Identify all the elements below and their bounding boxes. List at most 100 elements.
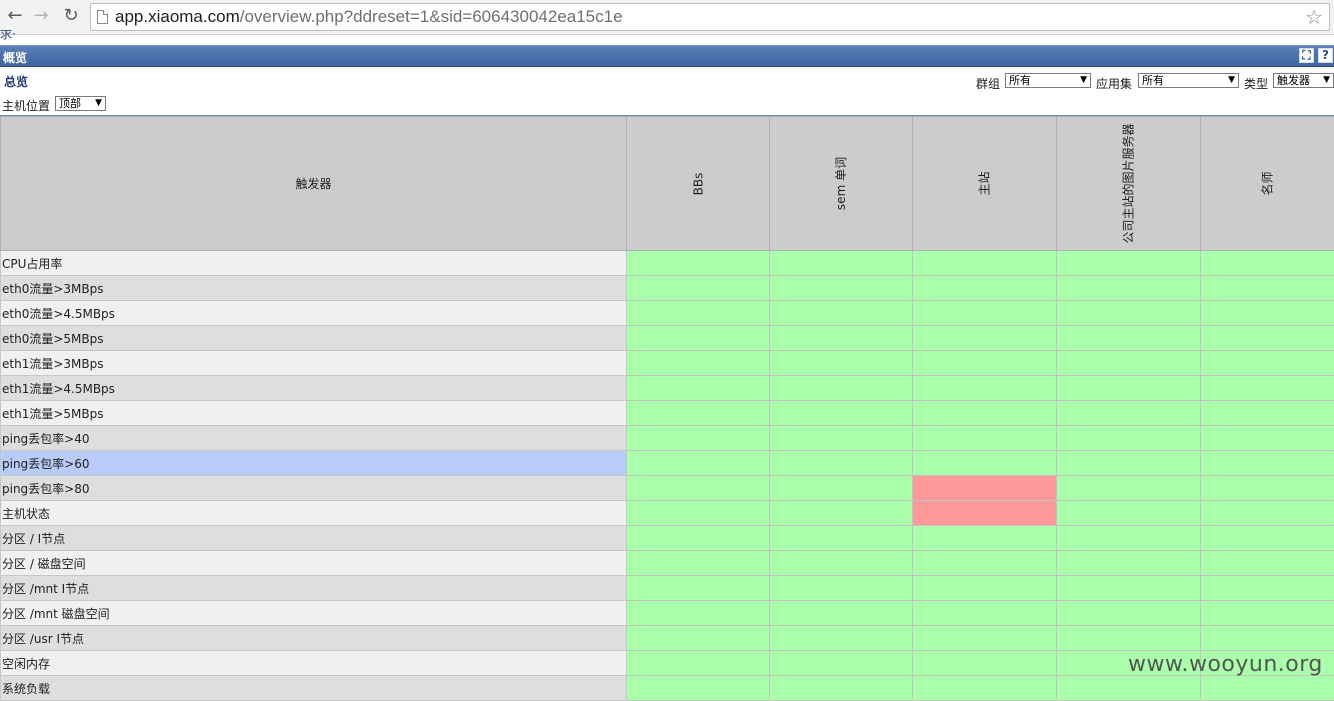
- status-cell-ok[interactable]: [913, 401, 1057, 426]
- status-cell-ok[interactable]: [770, 326, 913, 351]
- trigger-name-cell[interactable]: 分区 /mnt 磁盘空间: [1, 601, 627, 626]
- status-cell-ok[interactable]: [770, 451, 913, 476]
- status-cell-ok[interactable]: [1201, 451, 1334, 476]
- status-cell-ok[interactable]: [913, 526, 1057, 551]
- status-cell-ok[interactable]: [770, 601, 913, 626]
- star-icon[interactable]: ☆: [1305, 5, 1323, 29]
- trigger-name-cell[interactable]: 主机状态: [1, 501, 627, 526]
- status-cell-ok[interactable]: [1201, 501, 1334, 526]
- status-cell-ok[interactable]: [770, 651, 913, 676]
- type-select[interactable]: 触发器▼: [1273, 73, 1334, 88]
- status-cell-ok[interactable]: [627, 626, 770, 651]
- host-column-header[interactable]: sem 单词: [770, 117, 913, 251]
- status-cell-ok[interactable]: [913, 301, 1057, 326]
- status-cell-ok[interactable]: [627, 351, 770, 376]
- status-cell-ok[interactable]: [627, 276, 770, 301]
- trigger-name-cell[interactable]: 系统负载: [1, 676, 627, 701]
- status-cell-ok[interactable]: [627, 576, 770, 601]
- status-cell-ok[interactable]: [1057, 451, 1201, 476]
- status-cell-ok[interactable]: [1057, 326, 1201, 351]
- host-column-header[interactable]: 公司主站的图片服务器: [1057, 117, 1201, 251]
- trigger-name-cell[interactable]: 分区 / I节点: [1, 526, 627, 551]
- status-cell-ok[interactable]: [1057, 351, 1201, 376]
- trigger-name-cell[interactable]: 分区 /mnt I节点: [1, 576, 627, 601]
- host-column-header[interactable]: 主站: [913, 117, 1057, 251]
- trigger-name-cell[interactable]: eth0流量>3MBps: [1, 276, 627, 301]
- status-cell-ok[interactable]: [913, 626, 1057, 651]
- status-cell-ok[interactable]: [627, 451, 770, 476]
- status-cell-ok[interactable]: [1057, 426, 1201, 451]
- help-icon[interactable]: ?: [1318, 48, 1333, 63]
- status-cell-ok[interactable]: [1057, 251, 1201, 276]
- status-cell-ok[interactable]: [913, 251, 1057, 276]
- status-cell-ok[interactable]: [1201, 426, 1334, 451]
- status-cell-ok[interactable]: [627, 651, 770, 676]
- status-cell-ok[interactable]: [1201, 276, 1334, 301]
- address-bar[interactable]: app.xiaoma.com/overview.php?ddreset=1&si…: [90, 3, 1330, 31]
- status-cell-ok[interactable]: [1057, 626, 1201, 651]
- status-cell-ok[interactable]: [770, 251, 913, 276]
- status-cell-ok[interactable]: [913, 601, 1057, 626]
- forward-arrow-icon[interactable]: →: [30, 5, 52, 27]
- trigger-name-cell[interactable]: ping丢包率>40: [1, 426, 627, 451]
- trigger-name-cell[interactable]: eth0流量>4.5MBps: [1, 301, 627, 326]
- status-cell-ok[interactable]: [627, 326, 770, 351]
- reload-icon[interactable]: ↻: [60, 5, 82, 27]
- status-cell-ok[interactable]: [1057, 576, 1201, 601]
- status-cell-ok[interactable]: [913, 451, 1057, 476]
- status-cell-ok[interactable]: [627, 601, 770, 626]
- status-cell-ok[interactable]: [770, 401, 913, 426]
- status-cell-ok[interactable]: [1201, 351, 1334, 376]
- trigger-name-cell[interactable]: eth1流量>4.5MBps: [1, 376, 627, 401]
- status-cell-ok[interactable]: [913, 676, 1057, 701]
- host-column-header[interactable]: 名师: [1201, 117, 1334, 251]
- status-cell-ok[interactable]: [913, 326, 1057, 351]
- status-cell-ok[interactable]: [770, 351, 913, 376]
- group-select[interactable]: 所有▼: [1005, 73, 1091, 88]
- status-cell-problem[interactable]: [913, 501, 1057, 526]
- status-cell-ok[interactable]: [1201, 251, 1334, 276]
- status-cell-ok[interactable]: [770, 626, 913, 651]
- trigger-name-cell[interactable]: ping丢包率>60: [1, 451, 627, 476]
- status-cell-ok[interactable]: [1201, 601, 1334, 626]
- status-cell-ok[interactable]: [1057, 376, 1201, 401]
- host-column-header[interactable]: BBs: [627, 117, 770, 251]
- status-cell-ok[interactable]: [627, 676, 770, 701]
- status-cell-ok[interactable]: [627, 526, 770, 551]
- status-cell-ok[interactable]: [770, 551, 913, 576]
- status-cell-ok[interactable]: [770, 276, 913, 301]
- status-cell-ok[interactable]: [1201, 326, 1334, 351]
- status-cell-ok[interactable]: [627, 251, 770, 276]
- status-cell-ok[interactable]: [627, 551, 770, 576]
- status-cell-ok[interactable]: [1057, 501, 1201, 526]
- status-cell-ok[interactable]: [1057, 401, 1201, 426]
- trigger-column-header[interactable]: 触发器: [1, 117, 627, 251]
- status-cell-ok[interactable]: [770, 526, 913, 551]
- status-cell-ok[interactable]: [1201, 626, 1334, 651]
- status-cell-ok[interactable]: [1057, 276, 1201, 301]
- status-cell-ok[interactable]: [1057, 476, 1201, 501]
- status-cell-ok[interactable]: [770, 676, 913, 701]
- back-arrow-icon[interactable]: ←: [4, 5, 26, 27]
- trigger-name-cell[interactable]: CPU占用率: [1, 251, 627, 276]
- status-cell-ok[interactable]: [770, 501, 913, 526]
- status-cell-ok[interactable]: [1057, 526, 1201, 551]
- status-cell-problem[interactable]: [913, 476, 1057, 501]
- status-cell-ok[interactable]: [770, 426, 913, 451]
- fullscreen-icon[interactable]: ⛶: [1299, 48, 1314, 63]
- app-select[interactable]: 所有▼: [1138, 73, 1239, 88]
- status-cell-ok[interactable]: [913, 276, 1057, 301]
- status-cell-ok[interactable]: [913, 351, 1057, 376]
- status-cell-ok[interactable]: [913, 576, 1057, 601]
- trigger-name-cell[interactable]: 空闲内存: [1, 651, 627, 676]
- status-cell-ok[interactable]: [770, 376, 913, 401]
- status-cell-ok[interactable]: [627, 426, 770, 451]
- status-cell-ok[interactable]: [770, 301, 913, 326]
- host-location-select[interactable]: 顶部▼: [55, 96, 106, 111]
- status-cell-ok[interactable]: [627, 401, 770, 426]
- status-cell-ok[interactable]: [627, 301, 770, 326]
- trigger-name-cell[interactable]: 分区 / 磁盘空间: [1, 551, 627, 576]
- status-cell-ok[interactable]: [1201, 551, 1334, 576]
- status-cell-ok[interactable]: [770, 476, 913, 501]
- trigger-name-cell[interactable]: 分区 /usr I节点: [1, 626, 627, 651]
